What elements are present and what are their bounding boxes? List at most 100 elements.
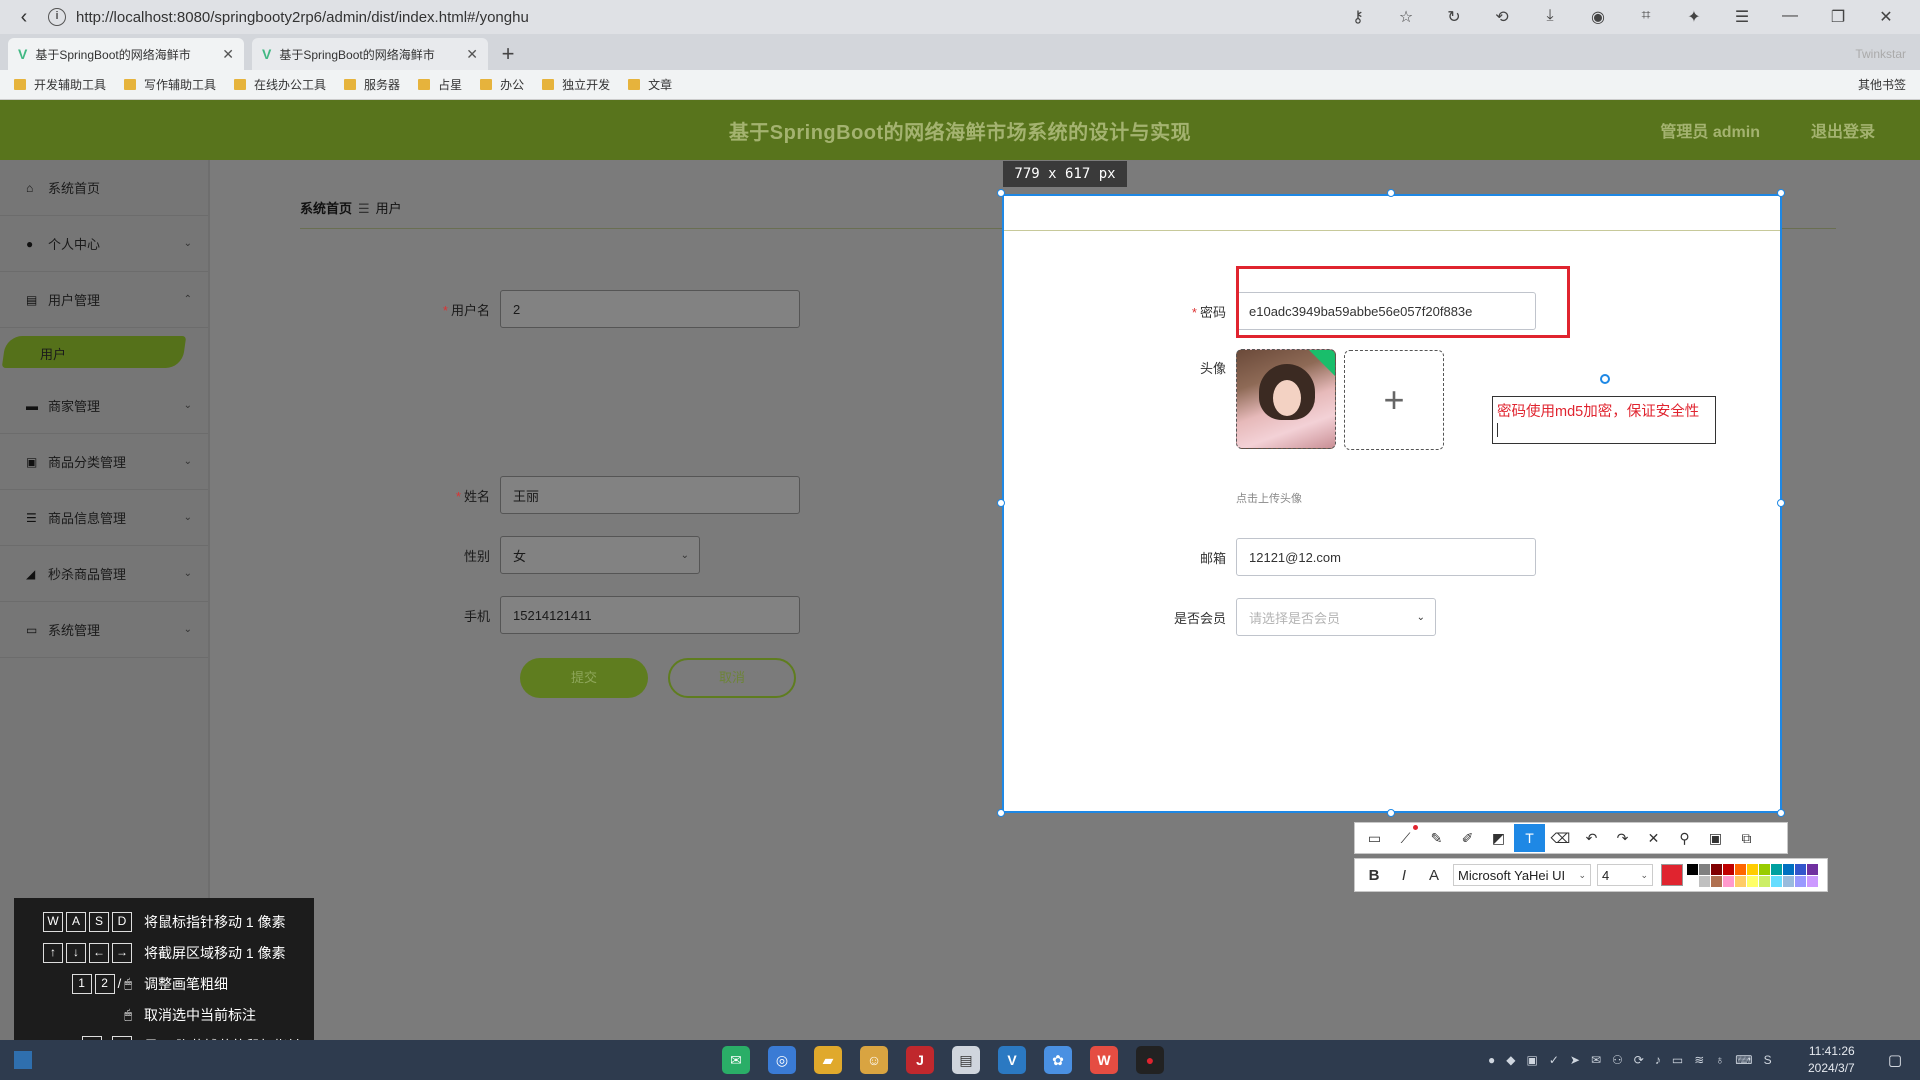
vscode-icon[interactable]: V	[998, 1046, 1026, 1074]
font-select[interactable]: Microsoft YaHei UI ⌄	[1453, 864, 1591, 886]
site-info-icon[interactable]: i	[48, 8, 66, 26]
tab-close-icon[interactable]: ✕	[222, 46, 234, 63]
wechat-tray-icon[interactable]: ✉	[1591, 1053, 1601, 1067]
bookmark-folder[interactable]: 服务器	[344, 76, 400, 93]
avatar-image[interactable]	[1236, 349, 1336, 449]
keyboard-icon[interactable]: ⌨	[1735, 1053, 1752, 1067]
windows-start-icon[interactable]	[14, 1051, 32, 1069]
redo-icon[interactable]: ↷	[1607, 824, 1638, 852]
color-swatch[interactable]	[1723, 863, 1734, 875]
other-bookmarks[interactable]: 其他书签	[1858, 76, 1906, 93]
new-tab-icon[interactable]: +	[488, 38, 528, 70]
sidebar-item-users[interactable]: ▤ 用户管理 ⌃	[0, 272, 208, 328]
bookmark-folder[interactable]: 占星	[418, 76, 462, 93]
close-window-icon[interactable]: ✕	[1862, 7, 1910, 27]
tab-close-icon[interactable]: ✕	[466, 46, 478, 63]
cancel-icon[interactable]: ✕	[1638, 824, 1669, 852]
color-swatch[interactable]	[1723, 875, 1734, 887]
check-icon[interactable]: ✓	[1549, 1053, 1559, 1067]
sidebar-item-products[interactable]: ☰ 商品信息管理 ⌄	[0, 490, 208, 546]
marker-tool-icon[interactable]: ✐	[1452, 824, 1483, 852]
color-swatch[interactable]	[1783, 863, 1794, 875]
logout-link[interactable]: 退出登录	[1811, 118, 1875, 142]
pen-tool-icon[interactable]: ✎	[1421, 824, 1452, 852]
send-icon[interactable]: ➤	[1570, 1053, 1580, 1067]
network-tray-icon[interactable]: ⚇	[1612, 1053, 1623, 1067]
notepad-icon[interactable]: ▤	[952, 1046, 980, 1074]
color-swatch[interactable]	[1759, 875, 1770, 887]
resize-handle[interactable]	[997, 809, 1005, 817]
rotate-handle-icon[interactable]	[1600, 374, 1610, 384]
star-icon[interactable]: ☆	[1382, 7, 1430, 27]
speaker-icon[interactable]: ♪	[1655, 1053, 1661, 1067]
color-swatch[interactable]	[1699, 875, 1710, 887]
bookmark-folder[interactable]: 文章	[628, 76, 672, 93]
color-swatch[interactable]	[1735, 875, 1746, 887]
sidebar-item-home[interactable]: ⌂ 系统首页	[0, 160, 208, 216]
text-tool-icon[interactable]: T	[1514, 824, 1545, 852]
restore-icon[interactable]: ❐	[1814, 7, 1862, 27]
copy-icon[interactable]: ⧉	[1731, 824, 1762, 852]
resize-handle[interactable]	[1387, 809, 1395, 817]
wps-icon[interactable]: W	[1090, 1046, 1118, 1074]
microphone-icon[interactable]: ♁	[1715, 1053, 1724, 1067]
color-swatch[interactable]	[1687, 863, 1698, 875]
color-swatch[interactable]	[1807, 863, 1818, 875]
bookmark-folder[interactable]: 独立开发	[542, 76, 610, 93]
sync-icon[interactable]: ⟳	[1634, 1053, 1644, 1067]
cancel-button[interactable]: 取消	[668, 658, 796, 698]
profile-name[interactable]: Twinkstar	[1855, 38, 1906, 70]
phone-input[interactable]: 15214121411	[500, 596, 800, 634]
resize-handle[interactable]	[997, 499, 1005, 507]
bold-icon[interactable]: B	[1359, 867, 1389, 884]
sidebar-item-flashsale[interactable]: ◢ 秒杀商品管理 ⌄	[0, 546, 208, 602]
color-swatch[interactable]	[1771, 863, 1782, 875]
bookmark-folder[interactable]: 在线办公工具	[234, 76, 326, 93]
wifi-icon[interactable]: ≋	[1694, 1053, 1704, 1067]
sidebar-item-personal[interactable]: ● 个人中心 ⌄	[0, 216, 208, 272]
color-swatch[interactable]	[1783, 875, 1794, 887]
mosaic-tool-icon[interactable]: ◩	[1483, 824, 1514, 852]
input-method-icon[interactable]: S	[1764, 1053, 1772, 1067]
browser-tab[interactable]: V 基于SpringBoot的网络海鲜市 ✕	[8, 38, 244, 70]
bookmark-folder[interactable]: 写作辅助工具	[124, 76, 216, 93]
save-icon[interactable]: ▣	[1700, 824, 1731, 852]
shield-icon[interactable]: ◆	[1506, 1053, 1515, 1067]
color-swatch[interactable]	[1711, 875, 1722, 887]
email-input[interactable]: 12121@12.com	[1236, 538, 1536, 576]
reload-icon[interactable]: ↻	[1430, 7, 1478, 27]
edge-browser-icon[interactable]: ◎	[768, 1046, 796, 1074]
resize-handle[interactable]	[1777, 809, 1785, 817]
resize-handle[interactable]	[997, 189, 1005, 197]
color-swatch[interactable]	[1747, 863, 1758, 875]
color-swatch[interactable]	[1807, 875, 1818, 887]
member-select[interactable]: 请选择是否会员 ⌄	[1236, 598, 1436, 636]
color-swatch[interactable]	[1699, 863, 1710, 875]
resize-handle[interactable]	[1777, 189, 1785, 197]
color-swatch[interactable]	[1759, 863, 1770, 875]
color-swatch[interactable]	[1771, 875, 1782, 887]
red-highlight-rectangle[interactable]	[1236, 266, 1570, 338]
record-tray-icon[interactable]: ●	[1488, 1053, 1495, 1067]
minimize-icon[interactable]: —	[1766, 7, 1814, 27]
file-explorer-icon[interactable]: ▰	[814, 1046, 842, 1074]
sidebar-item-categories[interactable]: ▣ 商品分类管理 ⌄	[0, 434, 208, 490]
network-app-icon[interactable]: ✿	[1044, 1046, 1072, 1074]
emoji-app-icon[interactable]: ☺	[860, 1046, 888, 1074]
key-icon[interactable]: ⚷	[1334, 7, 1382, 27]
outline-text-icon[interactable]: A	[1419, 867, 1449, 884]
clock[interactable]: 11:41:26 2024/3/7	[1808, 1043, 1855, 1077]
jetbrains-icon[interactable]: J	[906, 1046, 934, 1074]
color-swatch[interactable]	[1711, 863, 1722, 875]
menu-icon[interactable]: ☰	[1718, 7, 1766, 27]
color-swatch[interactable]	[1687, 875, 1698, 887]
app-tray-icon[interactable]: ▣	[1526, 1053, 1537, 1067]
history-icon[interactable]: ⟲	[1478, 7, 1526, 27]
current-color-swatch[interactable]	[1661, 864, 1683, 886]
bookmark-folder[interactable]: 办公	[480, 76, 524, 93]
battery-icon[interactable]: ▭	[1672, 1053, 1683, 1067]
username-input[interactable]: 2	[500, 290, 800, 328]
sidebar-item-merchants[interactable]: ▬ 商家管理 ⌄	[0, 378, 208, 434]
eraser-tool-icon[interactable]: ⌫	[1545, 824, 1576, 852]
submit-button[interactable]: 提交	[520, 658, 648, 698]
